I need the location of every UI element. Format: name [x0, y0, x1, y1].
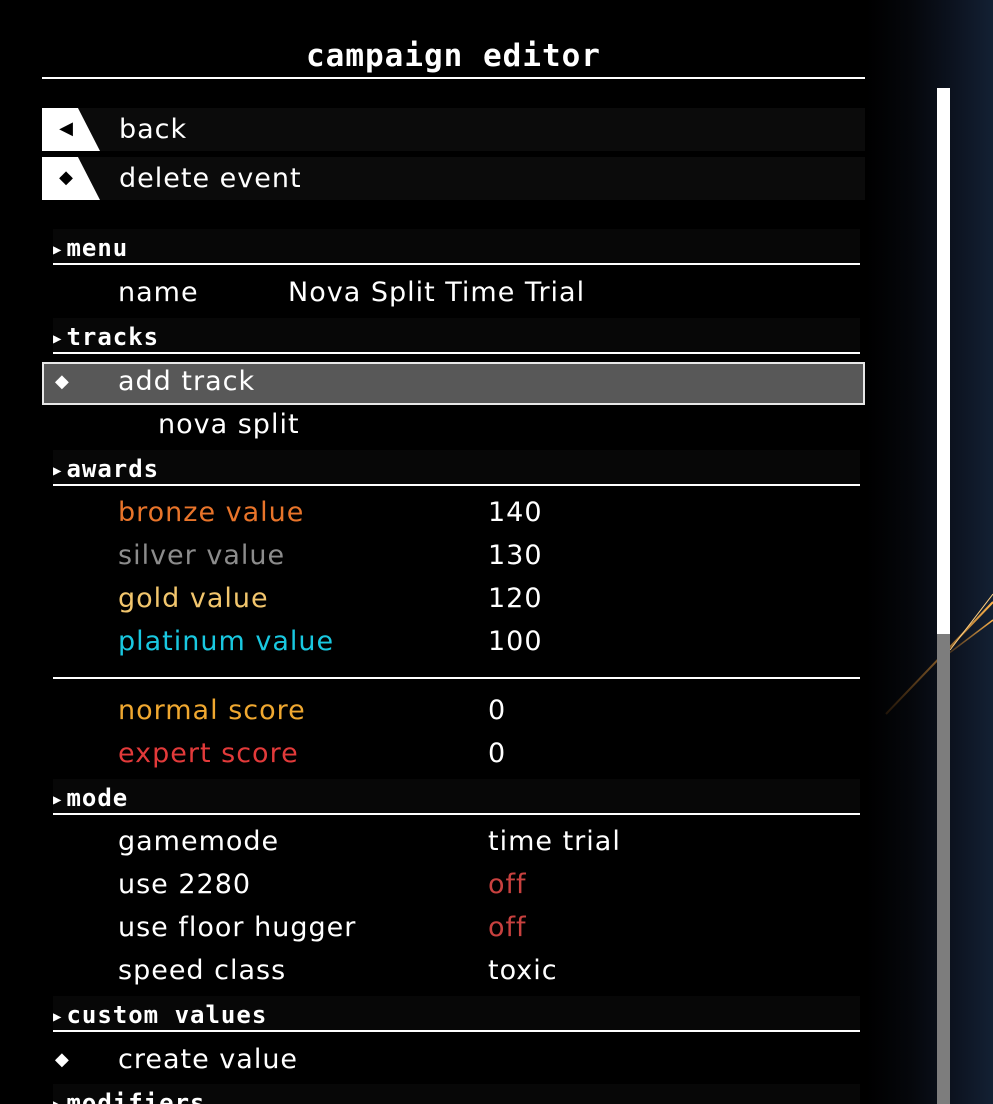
normal-score-value[interactable]: 0: [488, 691, 506, 731]
silver-value[interactable]: 130: [488, 536, 543, 576]
section-arrow-icon: ▶: [53, 1009, 63, 1025]
expert-score-value[interactable]: 0: [488, 734, 506, 774]
use-floor-hugger-label: use floor hugger: [118, 912, 357, 943]
section-divider: [53, 1030, 860, 1032]
page-title: campaign editor: [306, 38, 601, 74]
back-button[interactable]: ◀ back: [42, 108, 865, 151]
section-tracks[interactable]: ▶ tracks: [53, 318, 860, 354]
section-menu[interactable]: ▶ menu: [53, 229, 860, 265]
delete-event-label: delete event: [119, 163, 302, 194]
speed-class-label: speed class: [118, 955, 287, 986]
add-track-label[interactable]: add track: [118, 362, 255, 402]
back-label: back: [119, 114, 188, 145]
gamemode-label: gamemode: [118, 826, 280, 857]
section-divider: [53, 813, 860, 815]
section-mode[interactable]: ▶ mode: [53, 779, 860, 815]
background-panel: [866, 0, 993, 1104]
speed-class-value[interactable]: toxic: [488, 951, 558, 991]
use-2280-label: use 2280: [118, 869, 252, 900]
diamond-icon: ◆: [59, 167, 73, 188]
bronze-value-label: bronze value: [118, 497, 305, 528]
section-modifiers-label: modifiers: [66, 1089, 206, 1104]
section-arrow-icon: ▶: [53, 242, 63, 258]
track-item[interactable]: nova split: [158, 405, 300, 445]
gold-value[interactable]: 120: [488, 579, 543, 619]
normal-score-label: normal score: [118, 695, 306, 726]
use-2280-value[interactable]: off: [488, 865, 527, 905]
platinum-value[interactable]: 100: [488, 622, 543, 662]
gamemode-value[interactable]: time trial: [488, 822, 621, 862]
section-arrow-icon: ▶: [53, 792, 63, 808]
diamond-icon: ◆: [55, 1049, 69, 1070]
section-tracks-label: tracks: [66, 323, 160, 351]
section-mode-label: mode: [66, 784, 129, 812]
back-arrow-icon: ◀: [59, 118, 73, 139]
diamond-icon: ◆: [55, 371, 69, 392]
silver-value-label: silver value: [118, 540, 286, 571]
section-menu-label: menu: [66, 234, 129, 262]
bronze-value[interactable]: 140: [488, 493, 543, 533]
section-arrow-icon: ▶: [53, 463, 63, 479]
section-divider: [53, 484, 860, 486]
scrollbar-thumb[interactable]: [937, 88, 950, 634]
expert-score-label: expert score: [118, 738, 299, 769]
name-label: name: [118, 277, 199, 308]
section-awards[interactable]: ▶ awards: [53, 450, 860, 486]
create-value-label[interactable]: create value: [118, 1040, 298, 1080]
section-divider: [53, 263, 860, 265]
gold-value-label: gold value: [118, 583, 269, 614]
use-floor-hugger-value[interactable]: off: [488, 908, 527, 948]
section-modifiers[interactable]: ▶ modifiers: [53, 1084, 860, 1104]
platinum-value-label: platinum value: [118, 626, 335, 657]
awards-divider: [53, 677, 860, 679]
section-awards-label: awards: [66, 455, 160, 483]
delete-event-button[interactable]: ◆ delete event: [42, 157, 865, 200]
section-arrow-icon: ▶: [53, 331, 63, 347]
section-arrow-icon: ▶: [53, 1097, 62, 1104]
title-divider: [42, 77, 865, 79]
name-value[interactable]: Nova Split Time Trial: [288, 273, 585, 313]
delete-tab: ◆: [42, 157, 100, 200]
section-custom-values[interactable]: ▶ custom values: [53, 996, 860, 1032]
section-divider: [53, 352, 860, 354]
section-custom-values-label: custom values: [66, 1001, 268, 1029]
back-tab: ◀: [42, 108, 100, 151]
